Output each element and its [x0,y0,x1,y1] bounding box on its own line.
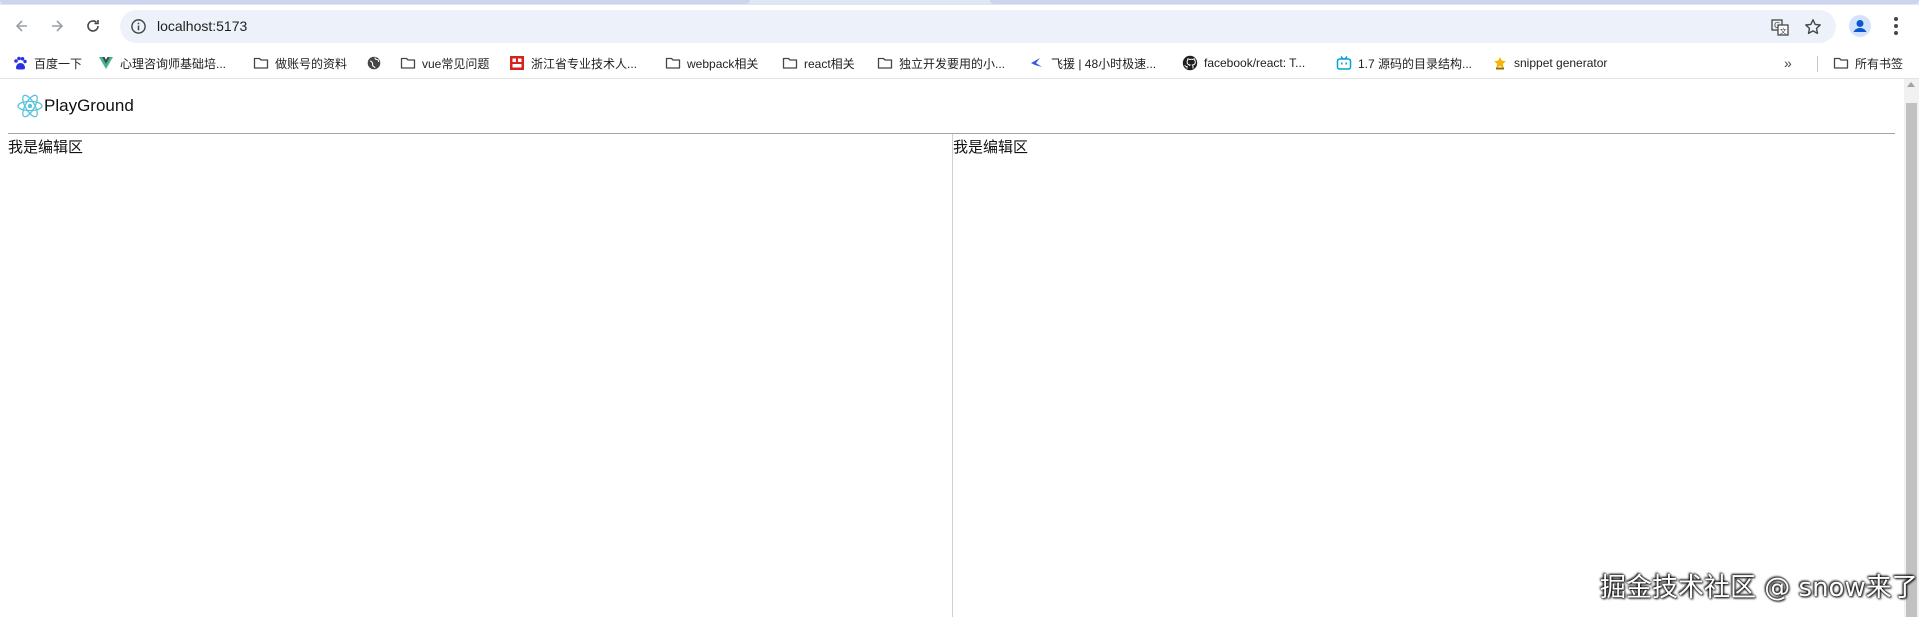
app-title: PlayGround [44,96,134,115]
watermark: 掘金技术社区 @ snow来了 [1600,573,1918,603]
page-scrollbar[interactable] [1904,79,1919,617]
forward-arrow-icon [52,20,64,32]
bookmark-label: webpack相关 [687,56,759,71]
more-bookmarks-button[interactable]: » [1784,55,1792,71]
bookmark-item[interactable]: 百度一下 [12,54,82,72]
scroll-up-arrow-icon[interactable] [1907,82,1915,87]
folder-icon [1833,57,1849,69]
bookmark-item[interactable]: 1.7 源码的目录结构... [1336,54,1472,72]
bird-icon [1031,58,1042,67]
kebab-menu-icon[interactable] [1886,15,1906,37]
star-badge-icon [1494,57,1506,70]
react-logo-icon [17,94,43,118]
bookmark-label: react相关 [804,56,855,71]
bookmark-item[interactable]: webpack相关 [665,54,758,72]
folder-icon [877,57,893,69]
editor-pane-left[interactable]: 我是编辑区 [8,134,953,617]
bookmark-item[interactable]: 做账号的资料 [253,54,347,72]
bookmark-label: snippet generator [1514,56,1608,70]
address-bar[interactable]: localhost:5173 G 文 [120,10,1836,43]
bookmark-item[interactable]: snippet generator [1492,54,1607,72]
vue-logo-icon [99,57,113,69]
bookmark-item[interactable]: react相关 [782,54,855,72]
editor-placeholder-text: 我是编辑区 [953,139,1029,156]
bookmarks-divider [1817,56,1818,72]
bookmark-item[interactable]: vue常见问题 [400,54,489,72]
folder-icon [253,57,269,69]
reload-button[interactable] [79,12,107,40]
app-header: PlayGround [8,79,1895,134]
bookmark-label: 百度一下 [34,56,83,71]
address-url[interactable]: localhost:5173 [157,18,247,35]
bookmark-label: facebook/react: T... [1204,56,1306,70]
page-content: PlayGround 我是编辑区 我是编辑区 [0,79,1919,617]
folder-icon [400,57,416,69]
bookmark-label: 心理咨询师基础培... [120,56,227,71]
folder-icon [782,57,798,69]
profile-icon[interactable] [1848,14,1872,38]
bookmark-label: vue常见问题 [422,56,490,71]
editor-pane-right[interactable]: 我是编辑区 [953,134,1894,617]
back-arrow-icon [15,20,27,32]
bookmark-label: 浙江省专业技术人... [531,56,638,71]
bookmark-label: 1.7 源码的目录结构... [1358,56,1473,71]
bookmark-item[interactable]: 独立开发要用的小... [877,54,1005,72]
github-icon [1182,55,1198,71]
bookmark-label: 独立开发要用的小... [899,56,1006,71]
bookmark-label: 做账号的资料 [275,56,348,71]
tab-edge[interactable] [0,0,750,4]
editor-placeholder-text: 我是编辑区 [8,139,84,156]
bookmark-item[interactable]: facebook/react: T... [1182,54,1305,72]
bookmark-item[interactable]: 浙江省专业技术人... [509,54,637,72]
bookmark-item[interactable]: 心理咨询师基础培... [98,54,226,72]
back-button[interactable] [8,12,36,40]
tab-edge[interactable] [990,0,1919,4]
all-bookmarks-button[interactable]: 所有书签 [1833,54,1903,72]
star-icon[interactable] [1804,18,1822,36]
bookmark-item[interactable] [366,54,388,72]
globe-icon [367,56,381,70]
browser-toolbar: localhost:5173 G 文 [0,5,1919,48]
info-icon[interactable] [130,18,147,35]
red-seal-icon [510,56,524,70]
baidu-paw-icon [14,56,27,70]
bookmark-item[interactable]: 飞援 | 48小时极速... [1029,54,1156,72]
all-bookmarks-label: 所有书签 [1855,56,1904,71]
folder-icon [665,57,681,69]
forward-button[interactable] [43,12,71,40]
bookmarks-bar: 百度一下 心理咨询师基础培... 做账号的资料 vue常见问题 浙江省专业技术人… [0,48,1919,79]
bilibili-icon [1336,56,1352,70]
bookmark-label: 飞援 | 48小时极速... [1051,56,1157,71]
scrollbar-thumb[interactable] [1906,103,1917,617]
translate-icon[interactable]: G 文 [1771,18,1789,36]
reload-icon [87,20,99,32]
svg-text:文: 文 [1780,27,1787,36]
